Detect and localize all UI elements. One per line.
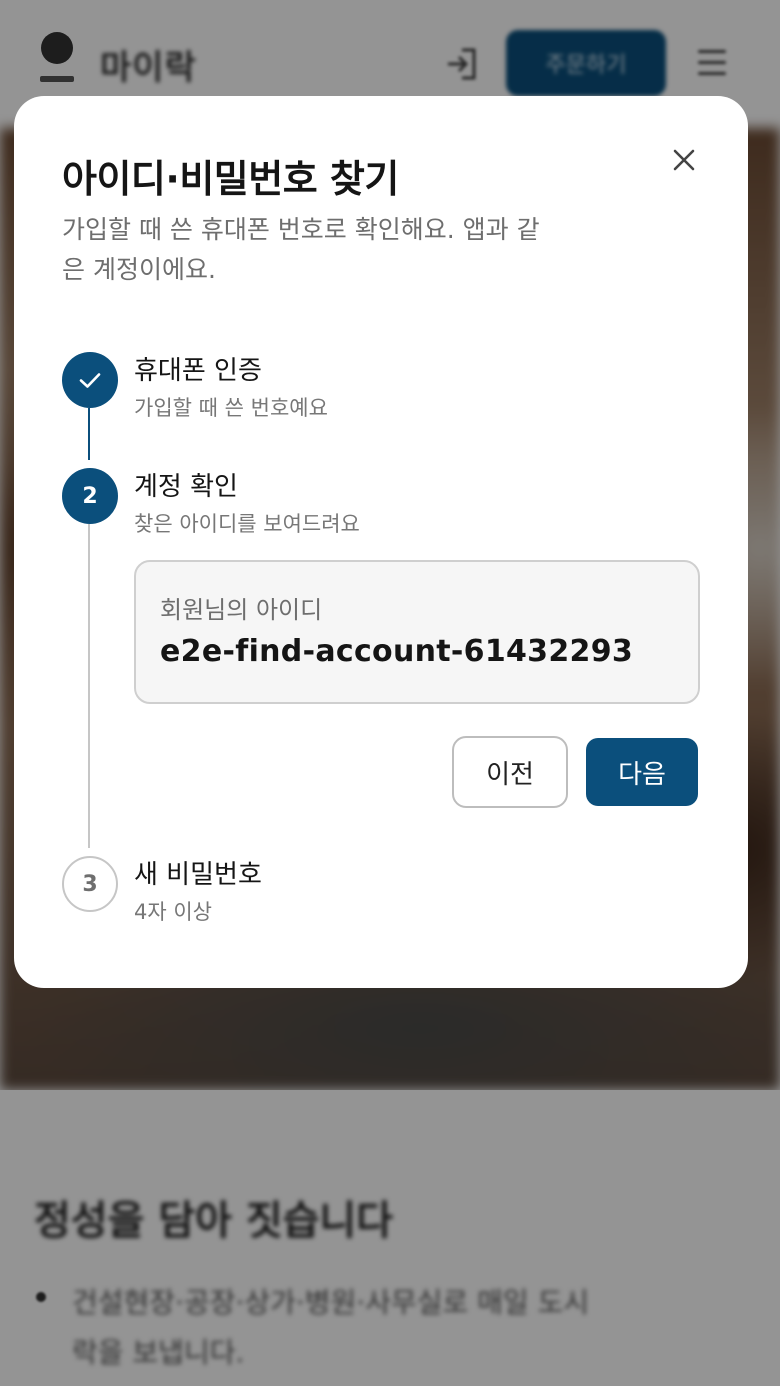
step-connector-complete [88, 408, 90, 460]
modal-title: 아이디·비밀번호 찾기 [62, 157, 399, 201]
account-label: 회원님의 아이디 [160, 596, 323, 624]
prev-button[interactable]: 이전 [452, 736, 568, 808]
find-account-modal: 아이디·비밀번호 찾기 가입할 때 쓴 휴대폰 번호로 확인해요. 앱과 같은 … [14, 96, 748, 988]
account-result-box: 회원님의 아이디 e2e-find-account-61432293 [134, 560, 700, 704]
step-connector-pending [88, 524, 90, 848]
step-3-title: 새 비밀번호 [134, 860, 262, 890]
step-3-marker: 3 [62, 856, 118, 912]
step-1-title: 휴대폰 인증 [134, 356, 262, 386]
step-3-subtitle: 4자 이상 [134, 900, 212, 924]
step-1-subtitle: 가입할 때 쓴 번호예요 [134, 396, 328, 420]
step-1-marker [62, 352, 118, 408]
close-icon [673, 149, 695, 171]
check-icon [79, 373, 101, 388]
account-id-value: e2e-find-account-61432293 [160, 634, 634, 669]
step-2-title: 계정 확인 [134, 472, 238, 502]
close-button[interactable] [664, 140, 704, 180]
step-2-marker: 2 [62, 468, 118, 524]
modal-description: 가입할 때 쓴 휴대폰 번호로 확인해요. 앱과 같은 계정이에요. [62, 215, 540, 284]
next-button[interactable]: 다음 [586, 738, 698, 806]
step-2-subtitle: 찾은 아이디를 보여드려요 [134, 512, 360, 536]
